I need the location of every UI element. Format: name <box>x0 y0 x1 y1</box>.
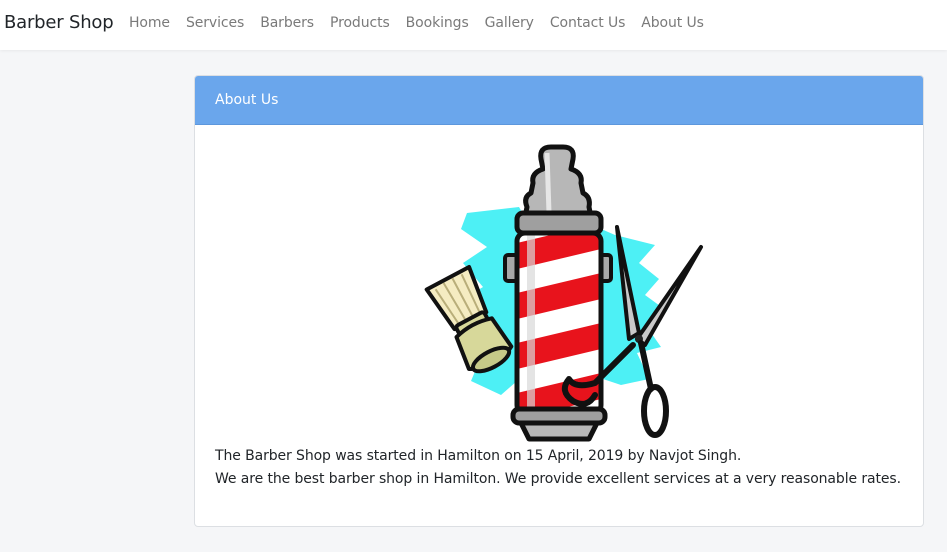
nav-item-barbers[interactable]: Barbers <box>260 15 314 31</box>
nav-item-contact-us[interactable]: Contact Us <box>550 15 626 31</box>
nav-item-bookings[interactable]: Bookings <box>406 15 469 31</box>
card-header: About Us <box>195 76 923 125</box>
nav-item-about-us[interactable]: About Us <box>641 15 704 31</box>
nav-item-gallery[interactable]: Gallery <box>485 15 534 31</box>
nav-links: Home Services Barbers Products Bookings … <box>129 15 720 31</box>
barber-pole-icon <box>424 144 703 442</box>
about-card: About Us The Barber Shop was started in … <box>194 75 924 527</box>
nav-item-products[interactable]: Products <box>330 15 390 31</box>
about-text-line-1: The Barber Shop was started in Hamilton … <box>215 448 742 464</box>
about-text: The Barber Shop was started in Hamilton … <box>215 445 901 491</box>
nav-item-services[interactable]: Services <box>186 15 244 31</box>
navbar: Barber Shop Home Services Barbers Produc… <box>0 0 947 50</box>
about-text-line-2: We are the best barber shop in Hamilton.… <box>215 471 901 487</box>
card-body: The Barber Shop was started in Hamilton … <box>195 125 923 526</box>
brand-link[interactable]: Barber Shop <box>4 12 114 33</box>
nav-item-home[interactable]: Home <box>129 15 170 31</box>
